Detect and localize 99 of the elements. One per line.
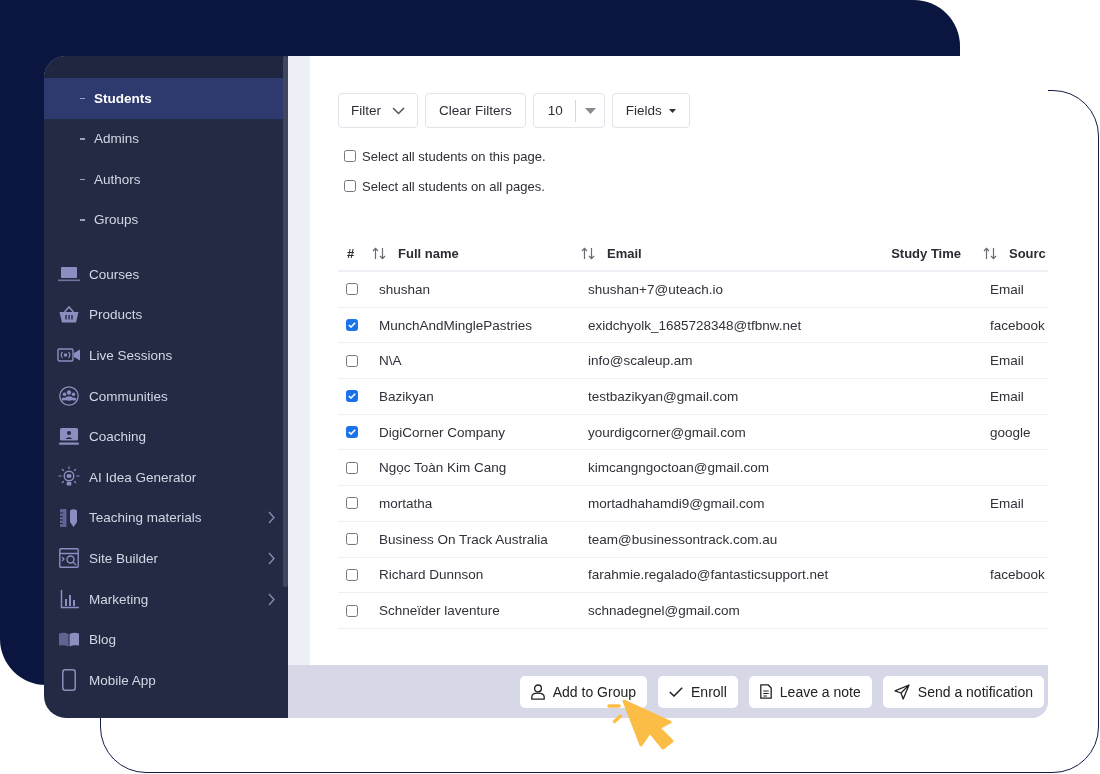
document-icon — [759, 684, 772, 699]
table-cell: Email — [990, 353, 1024, 369]
table-cell: farahmie.regalado@fantasticsupport.net — [588, 567, 829, 583]
table-cell: kimcangngoctoan@gmail.com — [588, 460, 770, 476]
basket-icon — [59, 306, 79, 324]
sidebar-item[interactable]: Communities — [44, 375, 283, 417]
table-cell: team@businessontrack.com.au — [588, 531, 778, 547]
table-cell: schnadegnel@gmail.com — [588, 603, 740, 619]
bulk-action-button[interactable]: Send a notification — [882, 675, 1044, 708]
paper-plane-icon — [893, 683, 910, 700]
table-cell: MunchAndMinglePastries — [379, 317, 533, 333]
sidebar-item[interactable]: Live Sessions — [44, 335, 283, 376]
browser-window-icon — [59, 548, 79, 569]
sidebar-item[interactable]: AI Idea Generator — [44, 456, 283, 498]
table-cell: mortatha — [379, 495, 433, 511]
sidebar-item[interactable]: Mobile App — [44, 659, 283, 701]
fields-button[interactable]: Fields — [611, 93, 690, 128]
caret-down-icon — [584, 107, 596, 114]
sidebar-item[interactable]: Authors — [44, 159, 283, 200]
table-cell: info@scaleup.am — [588, 353, 693, 369]
video-camera-icon — [57, 348, 81, 363]
table-cell: facebook — [990, 317, 1045, 333]
scrollbar-thumb[interactable] — [283, 56, 288, 587]
lightbulb-icon — [58, 466, 80, 489]
sidebar-item[interactable]: Site Builder — [44, 538, 283, 579]
table-cell: Bazikyan — [379, 388, 434, 404]
table-cell: Schneïder laventure — [379, 603, 500, 619]
bulk-action-button[interactable]: Add to Group — [519, 675, 648, 708]
bulk-action-button[interactable]: Leave a note — [748, 675, 872, 708]
sidebar-item[interactable]: Coaching — [44, 416, 283, 457]
sort-icon[interactable] — [581, 246, 595, 260]
person-icon — [530, 683, 545, 700]
table-cell: Email — [990, 495, 1024, 511]
table-cell: google — [990, 424, 1031, 440]
sidebar-item[interactable]: Groups — [44, 199, 283, 240]
checkbox[interactable] — [346, 497, 358, 510]
bulk-action-button[interactable]: Enroll — [658, 675, 738, 708]
table-cell: DigiCorner Company — [379, 424, 506, 440]
dash-icon — [80, 97, 85, 99]
checkbox[interactable] — [346, 283, 358, 296]
sort-icon[interactable] — [983, 246, 997, 260]
table-cell: facebook — [990, 567, 1045, 583]
checkbox[interactable] — [346, 390, 358, 403]
checkbox-label: Select all students on all pages. — [362, 178, 545, 194]
caret-down-icon — [668, 108, 676, 113]
column-header: Email — [607, 245, 642, 261]
phone-icon — [62, 669, 76, 692]
checkbox[interactable] — [346, 568, 358, 581]
sidebar-item[interactable]: Students — [44, 78, 283, 119]
column-header: Full name — [398, 245, 459, 261]
checkbox[interactable] — [346, 604, 358, 617]
cursor-click-icon — [607, 699, 674, 750]
checkmark-icon — [348, 393, 356, 400]
dash-icon — [80, 138, 85, 140]
dash-icon — [80, 178, 85, 180]
check-icon — [669, 686, 684, 697]
checkbox[interactable] — [346, 461, 358, 474]
checkbox[interactable] — [346, 319, 358, 332]
checkmark-icon — [348, 429, 356, 436]
table-cell: testbazikyan@gmail.com — [588, 388, 739, 404]
table-cell: shushan — [379, 281, 431, 297]
table-cell: yourdigcorner@gmail.com — [588, 424, 746, 440]
table-cell: exidchyolk_1685728348@tfbnw.net — [588, 317, 802, 333]
checkbox[interactable] — [344, 180, 356, 192]
column-header: # — [347, 245, 355, 261]
book-icon — [58, 632, 80, 648]
bar-chart-icon — [59, 589, 79, 609]
monitor-person-icon — [59, 428, 79, 446]
sidebar-item[interactable]: Admins — [44, 118, 283, 159]
column-header: Sourc — [1009, 245, 1046, 261]
column-header: Study Time — [891, 245, 961, 261]
sidebar-item[interactable]: Products — [44, 294, 283, 336]
dash-icon — [80, 219, 85, 221]
ruler-pencil-icon — [60, 508, 78, 527]
table-cell: Richard Dunnson — [379, 567, 484, 583]
sidebar-item[interactable]: Teaching materials — [44, 497, 283, 539]
sidebar-item[interactable]: Marketing — [44, 578, 283, 620]
checkbox-label: Select all students on this page. — [362, 148, 546, 164]
clear-filters-button[interactable]: Clear Filters — [425, 93, 526, 128]
sidebar-item[interactable]: Courses — [44, 254, 283, 295]
table-cell: N\A — [379, 353, 402, 369]
filter-button[interactable]: Filter — [338, 93, 418, 128]
page-size-select[interactable]: 10 — [532, 93, 605, 128]
table-cell: Business On Track Australia — [379, 531, 548, 547]
people-group-icon — [59, 386, 79, 407]
sort-icon[interactable] — [372, 246, 386, 260]
checkbox[interactable] — [344, 150, 356, 162]
table-cell: shushan+7@uteach.io — [588, 281, 723, 297]
checkmark-icon — [348, 322, 356, 329]
table-cell: Ngọc Toàn Kim Cang — [379, 460, 507, 476]
checkbox[interactable] — [346, 354, 358, 367]
table-cell: Email — [990, 281, 1024, 297]
chevron-down-icon — [392, 106, 405, 115]
checkbox[interactable] — [346, 533, 358, 546]
sidebar-item[interactable]: Blog — [44, 619, 283, 660]
checkbox[interactable] — [346, 426, 358, 439]
table-cell: mortadhahamdi9@gmail.com — [588, 495, 765, 511]
laptop-icon — [58, 266, 80, 283]
table-cell: Email — [990, 388, 1024, 404]
